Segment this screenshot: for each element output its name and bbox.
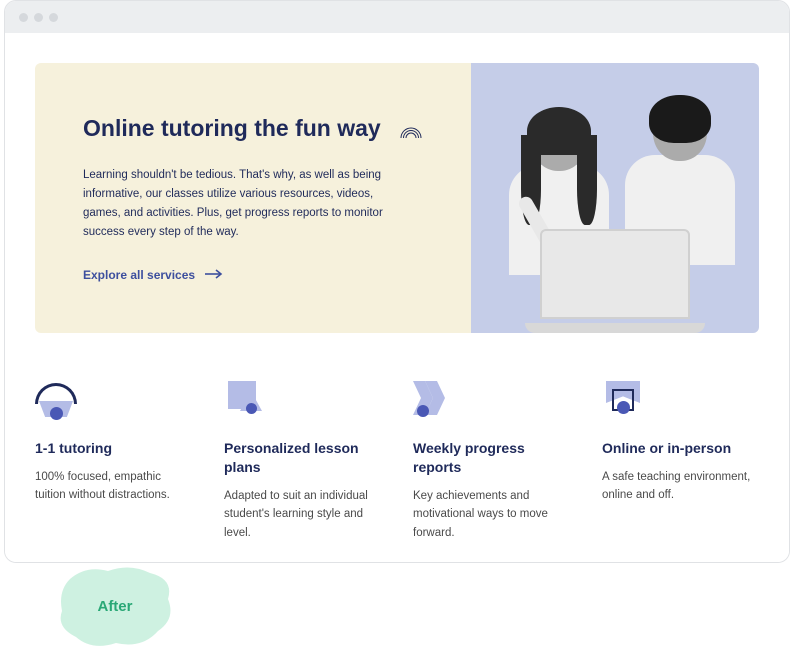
feature-title: Online or in-person bbox=[602, 439, 759, 458]
rainbow-icon bbox=[399, 125, 423, 137]
hero-text-panel: Online tutoring the fun way Learning sho… bbox=[35, 63, 471, 333]
feature-title: Personalized lesson plans bbox=[224, 439, 381, 477]
features-row: 1-1 tutoring 100% focused, empathic tuit… bbox=[35, 377, 759, 542]
browser-titlebar bbox=[5, 1, 789, 33]
arrow-right-icon bbox=[205, 268, 223, 282]
window-dot-icon bbox=[49, 13, 58, 22]
feature-card: Online or in-person A safe teaching envi… bbox=[602, 377, 759, 542]
envelope-icon bbox=[602, 377, 759, 425]
feature-description: Key achievements and motivational ways t… bbox=[413, 487, 570, 542]
feature-description: 100% focused, empathic tuition without d… bbox=[35, 468, 192, 505]
hero-title: Online tutoring the fun way bbox=[83, 115, 431, 142]
arc-shape-icon bbox=[35, 377, 192, 425]
chevron-icon bbox=[413, 377, 570, 425]
photo-illustration bbox=[471, 63, 759, 333]
laptop-icon bbox=[525, 233, 705, 333]
cta-label: Explore all services bbox=[83, 268, 195, 282]
feature-title: Weekly progress reports bbox=[413, 439, 570, 477]
after-label: After bbox=[97, 598, 132, 615]
square-triangle-icon bbox=[224, 377, 381, 425]
explore-services-link[interactable]: Explore all services bbox=[83, 268, 223, 282]
feature-card: 1-1 tutoring 100% focused, empathic tuit… bbox=[35, 377, 192, 542]
hero-description: Learning shouldn't be tedious. That's wh… bbox=[83, 166, 403, 242]
window-dot-icon bbox=[19, 13, 28, 22]
feature-description: Adapted to suit an individual student's … bbox=[224, 487, 381, 542]
browser-window: Online tutoring the fun way Learning sho… bbox=[4, 0, 790, 563]
page-content: Online tutoring the fun way Learning sho… bbox=[5, 33, 789, 562]
hero-image bbox=[471, 63, 759, 333]
after-badge: After bbox=[50, 561, 180, 651]
feature-card: Weekly progress reports Key achievements… bbox=[413, 377, 570, 542]
feature-card: Personalized lesson plans Adapted to sui… bbox=[224, 377, 381, 542]
window-dot-icon bbox=[34, 13, 43, 22]
hero-section: Online tutoring the fun way Learning sho… bbox=[35, 63, 759, 333]
feature-description: A safe teaching environment, online and … bbox=[602, 468, 759, 505]
feature-title: 1-1 tutoring bbox=[35, 439, 192, 458]
